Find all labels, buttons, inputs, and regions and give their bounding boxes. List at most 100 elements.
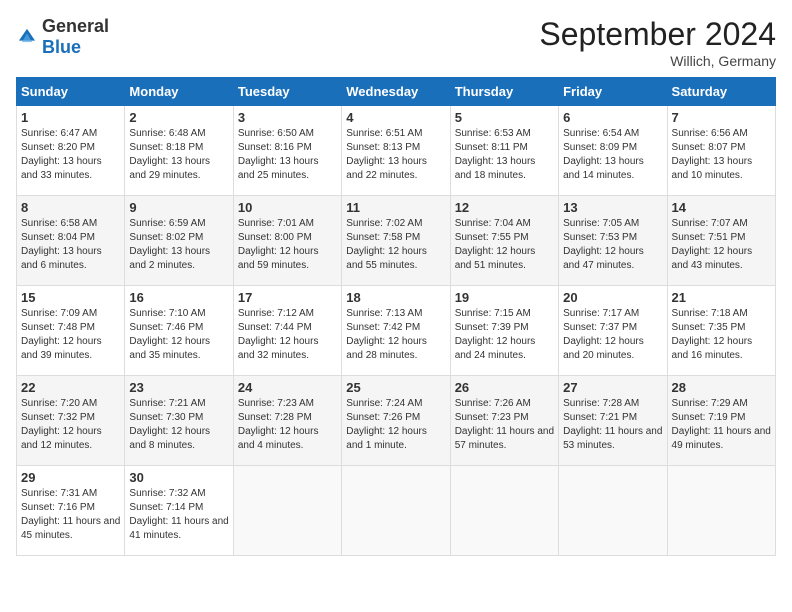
daylight-label: Daylight: 11 hours and 53 minutes. <box>563 426 662 451</box>
calendar-cell: 14 Sunrise: 7:07 AM Sunset: 7:51 PM Dayl… <box>667 196 775 286</box>
weekday-header: Sunday <box>17 78 125 106</box>
logo-general: General <box>42 16 109 36</box>
day-info: Sunrise: 7:29 AM Sunset: 7:19 PM Dayligh… <box>672 397 771 453</box>
daylight-label: Daylight: 13 hours and 29 minutes. <box>129 156 210 181</box>
sunrise-label: Sunrise: 7:26 AM <box>455 398 531 409</box>
sunset-label: Sunset: 8:02 PM <box>129 232 203 243</box>
calendar-cell: 30 Sunrise: 7:32 AM Sunset: 7:14 PM Dayl… <box>125 466 233 556</box>
weekday-header: Saturday <box>667 78 775 106</box>
sunrise-label: Sunrise: 7:28 AM <box>563 398 639 409</box>
day-number: 21 <box>672 290 771 305</box>
calendar-cell: 19 Sunrise: 7:15 AM Sunset: 7:39 PM Dayl… <box>450 286 558 376</box>
day-number: 14 <box>672 200 771 215</box>
sunset-label: Sunset: 7:39 PM <box>455 322 529 333</box>
sunset-label: Sunset: 8:16 PM <box>238 142 312 153</box>
sunrise-label: Sunrise: 7:17 AM <box>563 308 639 319</box>
sunrise-label: Sunrise: 7:09 AM <box>21 308 97 319</box>
day-number: 28 <box>672 380 771 395</box>
daylight-label: Daylight: 12 hours and 16 minutes. <box>672 336 753 361</box>
sunrise-label: Sunrise: 6:47 AM <box>21 128 97 139</box>
day-number: 12 <box>455 200 554 215</box>
sunrise-label: Sunrise: 7:24 AM <box>346 398 422 409</box>
title-area: September 2024 Willich, Germany <box>539 16 776 69</box>
day-number: 15 <box>21 290 120 305</box>
day-info: Sunrise: 7:20 AM Sunset: 7:32 PM Dayligh… <box>21 397 120 453</box>
daylight-label: Daylight: 13 hours and 18 minutes. <box>455 156 536 181</box>
daylight-label: Daylight: 12 hours and 8 minutes. <box>129 426 210 451</box>
sunset-label: Sunset: 7:58 PM <box>346 232 420 243</box>
calendar-cell: 25 Sunrise: 7:24 AM Sunset: 7:26 PM Dayl… <box>342 376 450 466</box>
sunrise-label: Sunrise: 7:12 AM <box>238 308 314 319</box>
calendar-cell: 27 Sunrise: 7:28 AM Sunset: 7:21 PM Dayl… <box>559 376 667 466</box>
day-info: Sunrise: 7:05 AM Sunset: 7:53 PM Dayligh… <box>563 217 662 273</box>
sunset-label: Sunset: 7:19 PM <box>672 412 746 423</box>
location: Willich, Germany <box>539 53 776 69</box>
day-number: 29 <box>21 470 120 485</box>
day-info: Sunrise: 6:56 AM Sunset: 8:07 PM Dayligh… <box>672 127 771 183</box>
sunset-label: Sunset: 7:44 PM <box>238 322 312 333</box>
sunset-label: Sunset: 8:20 PM <box>21 142 95 153</box>
daylight-label: Daylight: 12 hours and 47 minutes. <box>563 246 644 271</box>
sunset-label: Sunset: 8:11 PM <box>455 142 528 153</box>
daylight-label: Daylight: 13 hours and 33 minutes. <box>21 156 102 181</box>
day-info: Sunrise: 7:10 AM Sunset: 7:46 PM Dayligh… <box>129 307 228 363</box>
sunrise-label: Sunrise: 6:50 AM <box>238 128 314 139</box>
daylight-label: Daylight: 12 hours and 55 minutes. <box>346 246 427 271</box>
weekday-header: Wednesday <box>342 78 450 106</box>
daylight-label: Daylight: 11 hours and 49 minutes. <box>672 426 771 451</box>
day-info: Sunrise: 7:01 AM Sunset: 8:00 PM Dayligh… <box>238 217 337 273</box>
sunset-label: Sunset: 8:04 PM <box>21 232 95 243</box>
sunrise-label: Sunrise: 7:10 AM <box>129 308 205 319</box>
calendar-cell: 5 Sunrise: 6:53 AM Sunset: 8:11 PM Dayli… <box>450 106 558 196</box>
day-info: Sunrise: 7:32 AM Sunset: 7:14 PM Dayligh… <box>129 487 228 543</box>
day-number: 6 <box>563 110 662 125</box>
sunrise-label: Sunrise: 7:01 AM <box>238 218 314 229</box>
sunrise-label: Sunrise: 7:32 AM <box>129 488 205 499</box>
sunset-label: Sunset: 7:14 PM <box>129 502 203 513</box>
calendar-cell <box>559 466 667 556</box>
sunrise-label: Sunrise: 6:56 AM <box>672 128 748 139</box>
daylight-label: Daylight: 11 hours and 57 minutes. <box>455 426 554 451</box>
daylight-label: Daylight: 13 hours and 6 minutes. <box>21 246 102 271</box>
sunset-label: Sunset: 7:48 PM <box>21 322 95 333</box>
calendar-cell <box>450 466 558 556</box>
calendar-cell: 3 Sunrise: 6:50 AM Sunset: 8:16 PM Dayli… <box>233 106 341 196</box>
sunset-label: Sunset: 8:18 PM <box>129 142 203 153</box>
daylight-label: Daylight: 12 hours and 35 minutes. <box>129 336 210 361</box>
sunrise-label: Sunrise: 7:02 AM <box>346 218 422 229</box>
day-number: 1 <box>21 110 120 125</box>
day-number: 27 <box>563 380 662 395</box>
sunrise-label: Sunrise: 6:48 AM <box>129 128 205 139</box>
calendar-table: SundayMondayTuesdayWednesdayThursdayFrid… <box>16 77 776 556</box>
day-info: Sunrise: 7:28 AM Sunset: 7:21 PM Dayligh… <box>563 397 662 453</box>
sunset-label: Sunset: 8:13 PM <box>346 142 420 153</box>
daylight-label: Daylight: 13 hours and 2 minutes. <box>129 246 210 271</box>
day-number: 3 <box>238 110 337 125</box>
daylight-label: Daylight: 12 hours and 12 minutes. <box>21 426 102 451</box>
day-number: 11 <box>346 200 445 215</box>
sunset-label: Sunset: 8:00 PM <box>238 232 312 243</box>
calendar-cell: 12 Sunrise: 7:04 AM Sunset: 7:55 PM Dayl… <box>450 196 558 286</box>
weekday-header: Thursday <box>450 78 558 106</box>
day-info: Sunrise: 6:50 AM Sunset: 8:16 PM Dayligh… <box>238 127 337 183</box>
logo-blue: Blue <box>42 37 81 57</box>
calendar-cell <box>342 466 450 556</box>
calendar-cell <box>233 466 341 556</box>
sunrise-label: Sunrise: 7:15 AM <box>455 308 531 319</box>
day-info: Sunrise: 6:58 AM Sunset: 8:04 PM Dayligh… <box>21 217 120 273</box>
sunset-label: Sunset: 7:26 PM <box>346 412 420 423</box>
calendar-cell: 21 Sunrise: 7:18 AM Sunset: 7:35 PM Dayl… <box>667 286 775 376</box>
day-number: 8 <box>21 200 120 215</box>
sunrise-label: Sunrise: 6:58 AM <box>21 218 97 229</box>
sunrise-label: Sunrise: 7:05 AM <box>563 218 639 229</box>
daylight-label: Daylight: 12 hours and 39 minutes. <box>21 336 102 361</box>
sunrise-label: Sunrise: 7:29 AM <box>672 398 748 409</box>
day-number: 16 <box>129 290 228 305</box>
sunrise-label: Sunrise: 6:54 AM <box>563 128 639 139</box>
sunset-label: Sunset: 7:32 PM <box>21 412 95 423</box>
day-number: 19 <box>455 290 554 305</box>
calendar-header-row: SundayMondayTuesdayWednesdayThursdayFrid… <box>17 78 776 106</box>
day-info: Sunrise: 7:02 AM Sunset: 7:58 PM Dayligh… <box>346 217 445 273</box>
day-number: 9 <box>129 200 228 215</box>
calendar-week-row: 22 Sunrise: 7:20 AM Sunset: 7:32 PM Dayl… <box>17 376 776 466</box>
